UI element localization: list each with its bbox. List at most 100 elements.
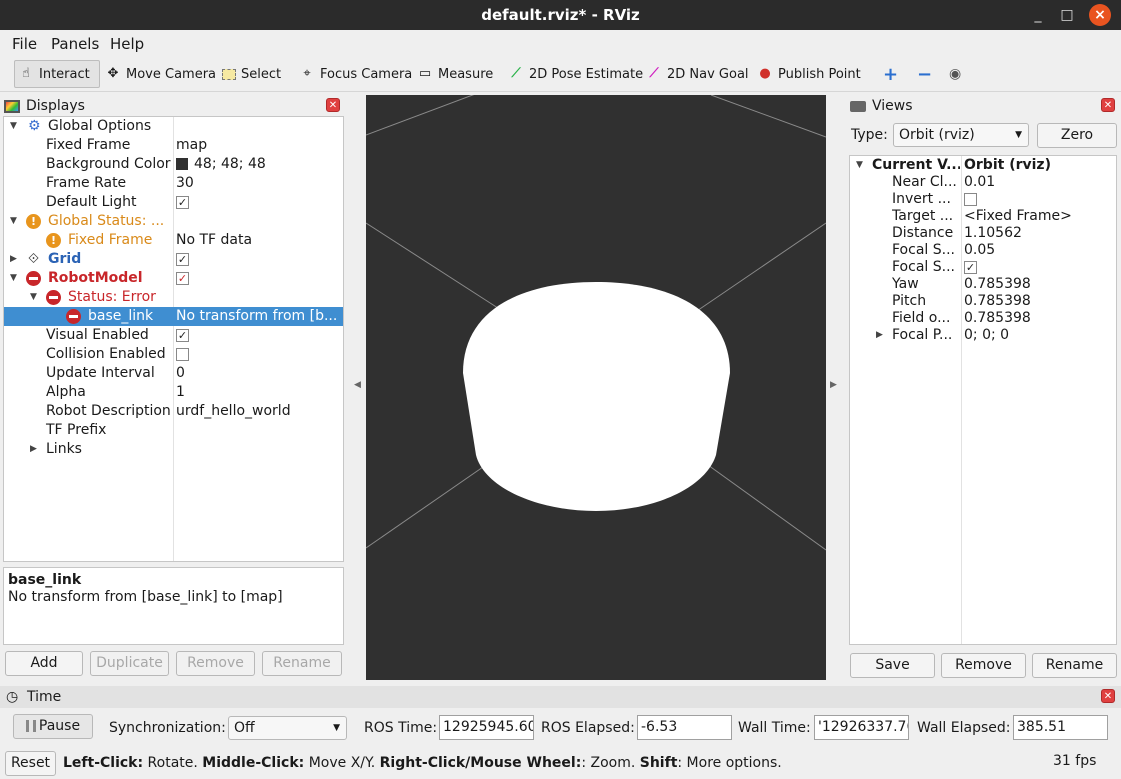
links-label: Links bbox=[46, 441, 82, 457]
tree-row-status-error[interactable]: ▼ Status: Error bbox=[4, 288, 343, 307]
eye-icon[interactable]: ◉ bbox=[946, 60, 964, 88]
window-title: default.rviz* - RViz bbox=[481, 6, 640, 24]
alpha-value[interactable]: 1 bbox=[176, 383, 342, 402]
fixed-frame-value[interactable]: map bbox=[176, 136, 342, 155]
default-light-checkbox[interactable]: ✓ bbox=[176, 195, 189, 209]
maximize-button[interactable]: □ bbox=[1056, 4, 1078, 26]
ros-time-field[interactable]: 12925945.60 bbox=[439, 715, 534, 740]
menu-help[interactable]: Help bbox=[110, 35, 144, 53]
tree-row-fixed-frame[interactable]: Fixed Frame map bbox=[4, 136, 343, 155]
tree-row-status-fixed-frame[interactable]: ! Fixed Frame No TF data bbox=[4, 231, 343, 250]
sync-select[interactable]: Off ▼ bbox=[228, 716, 347, 740]
tree-row-frame-rate[interactable]: Frame Rate 30 bbox=[4, 174, 343, 193]
view-row-distance[interactable]: Distance 1.10562 bbox=[850, 225, 1116, 242]
frame-rate-value[interactable]: 30 bbox=[176, 174, 342, 193]
view-row-yaw[interactable]: Yaw 0.785398 bbox=[850, 276, 1116, 293]
target-label: Target ... bbox=[892, 208, 954, 224]
close-time-icon[interactable]: ✕ bbox=[1101, 689, 1115, 703]
view-row-invert[interactable]: Invert ... bbox=[850, 191, 1116, 208]
grid-checkbox[interactable]: ✓ bbox=[176, 252, 189, 266]
tree-row-robot-model[interactable]: ▼ RobotModel ✓ bbox=[4, 269, 343, 288]
tree-row-tf-prefix[interactable]: TF Prefix bbox=[4, 421, 343, 440]
tree-row-robot-description[interactable]: Robot Description urdf_hello_world bbox=[4, 402, 343, 421]
focal-point-value[interactable]: 0; 0; 0 bbox=[964, 327, 1009, 344]
tree-row-grid[interactable]: ▶ ⟐ Grid ✓ bbox=[4, 250, 343, 269]
tree-row-links[interactable]: ▶ Links bbox=[4, 440, 343, 459]
minimize-button[interactable]: _ bbox=[1027, 4, 1049, 26]
select-tool-button[interactable]: Select bbox=[219, 60, 284, 88]
field-of-view-label: Field o... bbox=[892, 310, 951, 326]
robot-model-checkbox[interactable]: ✓ bbox=[176, 271, 189, 285]
reset-button[interactable]: Reset bbox=[5, 751, 56, 776]
update-interval-value[interactable]: 0 bbox=[176, 364, 342, 383]
tree-row-default-light[interactable]: Default Light ✓ bbox=[4, 193, 343, 212]
rename-display-button[interactable]: Rename bbox=[262, 651, 342, 676]
view-row-current[interactable]: ▼ Current V... Orbit (rviz) bbox=[850, 157, 1116, 174]
nav-goal-tool-button[interactable]: ⟋ 2D Nav Goal bbox=[643, 60, 752, 88]
pause-button[interactable]: Pause bbox=[13, 714, 93, 739]
view-row-pitch[interactable]: Pitch 0.785398 bbox=[850, 293, 1116, 310]
close-displays-icon[interactable]: ✕ bbox=[326, 98, 340, 112]
measure-tool-button[interactable]: ▭ Measure bbox=[414, 60, 496, 88]
rename-view-button[interactable]: Rename bbox=[1032, 653, 1117, 678]
tree-row-base-link[interactable]: base_link No transform from [b... bbox=[4, 307, 343, 326]
visual-enabled-checkbox[interactable]: ✓ bbox=[176, 328, 189, 342]
ros-elapsed-field[interactable]: -6.53 bbox=[637, 715, 732, 740]
save-view-button[interactable]: Save bbox=[850, 653, 935, 678]
view-row-focal-size[interactable]: Focal S... 0.05 bbox=[850, 242, 1116, 259]
field-of-view-value[interactable]: 0.785398 bbox=[964, 310, 1031, 327]
add-tool-plus-icon[interactable]: + bbox=[880, 60, 901, 88]
yaw-value[interactable]: 0.785398 bbox=[964, 276, 1031, 293]
tree-row-collision-enabled[interactable]: Collision Enabled bbox=[4, 345, 343, 364]
tree-row-visual-enabled[interactable]: Visual Enabled ✓ bbox=[4, 326, 343, 345]
target-value[interactable]: <Fixed Frame> bbox=[964, 208, 1072, 225]
collapse-right-icon[interactable]: ▶ bbox=[830, 380, 837, 390]
tree-row-global-status[interactable]: ▼ ! Global Status: ... bbox=[4, 212, 343, 231]
remove-display-button[interactable]: Remove bbox=[176, 651, 255, 676]
status-help-text: Left-Click: Rotate. Middle-Click: Move X… bbox=[63, 755, 782, 771]
render-viewport[interactable] bbox=[366, 95, 826, 680]
tree-row-update-interval[interactable]: Update Interval 0 bbox=[4, 364, 343, 383]
distance-value[interactable]: 1.10562 bbox=[964, 225, 1022, 242]
remove-tool-minus-icon[interactable]: − bbox=[914, 60, 935, 88]
robot-description-value[interactable]: urdf_hello_world bbox=[176, 402, 342, 421]
add-button[interactable]: Add bbox=[5, 651, 83, 676]
collision-enabled-checkbox[interactable] bbox=[176, 347, 189, 361]
near-clip-value[interactable]: 0.01 bbox=[964, 174, 995, 191]
move-camera-tool-button[interactable]: ✥ Move Camera bbox=[102, 60, 219, 88]
tree-row-alpha[interactable]: Alpha 1 bbox=[4, 383, 343, 402]
focal-size-value[interactable]: 0.05 bbox=[964, 242, 995, 259]
remove-view-button[interactable]: Remove bbox=[941, 653, 1026, 678]
camera-icon bbox=[850, 100, 866, 112]
view-row-target[interactable]: Target ... <Fixed Frame> bbox=[850, 208, 1116, 225]
time-title: Time bbox=[27, 689, 62, 705]
view-type-select[interactable]: Orbit (rviz) ▼ bbox=[893, 123, 1029, 147]
invert-checkbox[interactable] bbox=[964, 192, 977, 206]
menu-panels[interactable]: Panels bbox=[51, 35, 99, 53]
tree-row-global-options[interactable]: ▼ ⚙ Global Options bbox=[4, 117, 343, 136]
interact-tool-button[interactable]: ☝ Interact bbox=[14, 60, 100, 88]
view-row-field-of-view[interactable]: Field o... 0.785398 bbox=[850, 310, 1116, 327]
wall-elapsed-field[interactable]: 385.51 bbox=[1013, 715, 1108, 740]
view-row-focal-point[interactable]: ▶ Focal P... 0; 0; 0 bbox=[850, 327, 1116, 344]
publish-point-tool-button[interactable]: ● Publish Point bbox=[754, 60, 864, 88]
menu-file[interactable]: File bbox=[12, 35, 37, 53]
focal-shape-checkbox[interactable]: ✓ bbox=[964, 260, 977, 274]
duplicate-button[interactable]: Duplicate bbox=[90, 651, 169, 676]
wall-time-field[interactable]: '12926337.76 bbox=[814, 715, 909, 740]
tree-row-background-color[interactable]: Background Color 48; 48; 48 bbox=[4, 155, 343, 174]
view-row-near-clip[interactable]: Near Cl... 0.01 bbox=[850, 174, 1116, 191]
status-fixed-frame-label: Fixed Frame bbox=[68, 232, 153, 248]
background-color-value[interactable]: 48; 48; 48 bbox=[194, 156, 266, 172]
view-row-focal-shape[interactable]: Focal S... ✓ bbox=[850, 259, 1116, 276]
pose-estimate-tool-button[interactable]: ⟋ 2D Pose Estimate bbox=[505, 60, 646, 88]
close-window-button[interactable]: × bbox=[1089, 4, 1111, 26]
fixed-frame-label: Fixed Frame bbox=[46, 137, 131, 153]
focus-camera-tool-button[interactable]: ⌖ Focus Camera bbox=[296, 60, 415, 88]
status-val-move: Move X/Y. bbox=[304, 755, 380, 771]
close-views-icon[interactable]: ✕ bbox=[1101, 98, 1115, 112]
zero-button[interactable]: Zero bbox=[1037, 123, 1117, 148]
pitch-value[interactable]: 0.785398 bbox=[964, 293, 1031, 310]
collapse-left-icon[interactable]: ◀ bbox=[354, 380, 361, 390]
color-swatch[interactable] bbox=[176, 158, 188, 170]
